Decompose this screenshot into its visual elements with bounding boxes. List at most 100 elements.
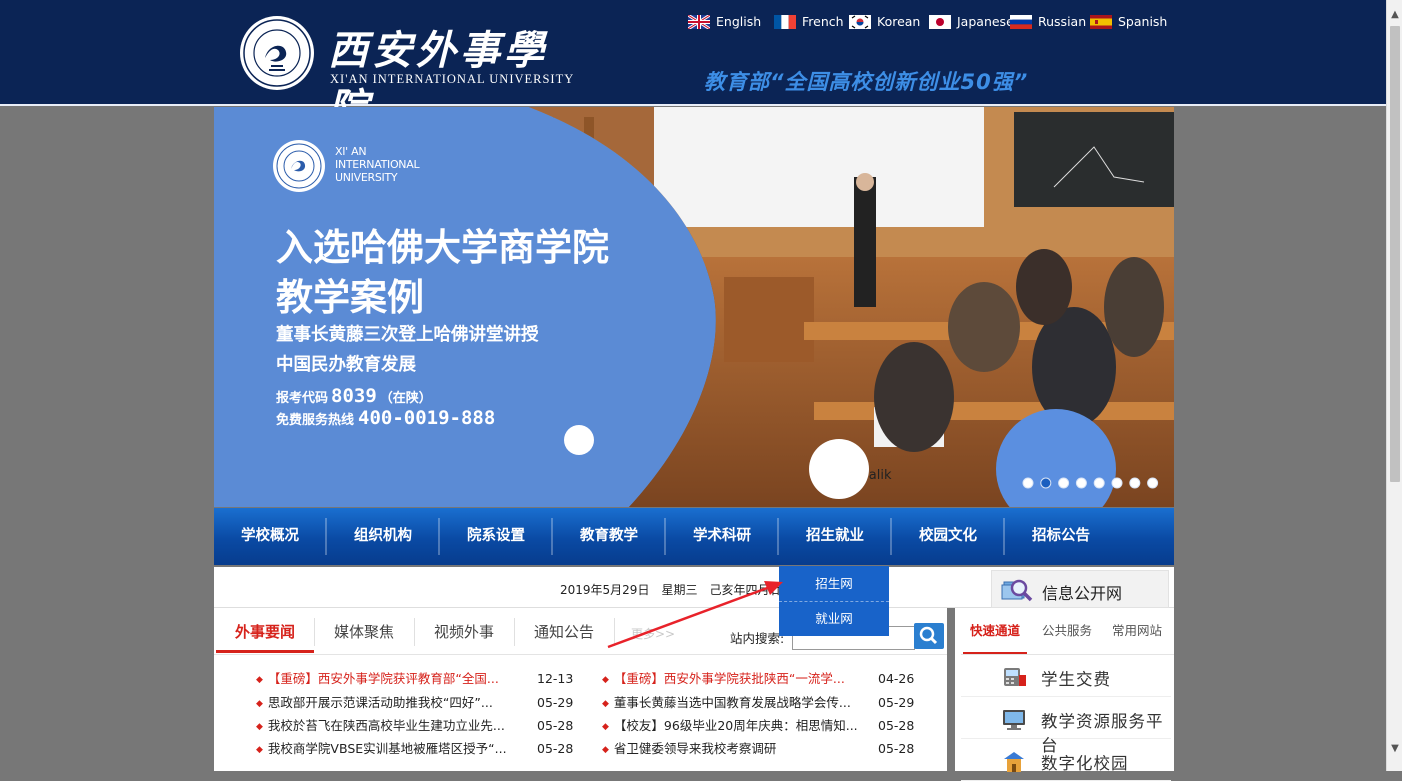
date-bar: 2019年5月29日 星期三 己亥年四月廿五 信息公开网 [214,567,1174,608]
tab-video[interactable]: 视频外事 [415,608,513,653]
language-link-russian[interactable]: Russian [1010,12,1086,32]
news-title: 董事长黄藤当选中国教育发展战略学会传... [613,695,851,710]
tab-underline [961,654,1174,655]
info-disclosure-button[interactable]: 信息公开网 [991,570,1169,608]
header-slogan: 教育部“全国高校创新创业50强” [704,70,1029,94]
language-link-english[interactable]: English [688,12,761,32]
admissions-dropdown-menu: 招生网 就业网 [779,566,889,636]
menu-item-admissions-site[interactable]: 招生网 [779,566,889,602]
side-item-teaching-resources[interactable]: 教学资源服务平台 [961,702,1171,755]
news-item[interactable]: ◆ 思政部开展示范课活动助推我校“四好”... [256,692,493,714]
news-title: 我校商学院VBSE实训基地被雁塔区授予“... [267,741,507,756]
news-item[interactable]: ◆ 省卫健委领导来我校考察调研 [602,738,776,760]
carousel-dot[interactable] [1147,477,1159,489]
bullet-icon: ◆ [256,745,263,755]
tab-common-sites[interactable]: 常用网站 [1105,608,1169,654]
site-header: 西安外事學院 XI'AN INTERNATIONAL UNIVERSITY En… [0,0,1386,132]
scrollbar-thumb[interactable] [1390,26,1400,482]
language-label: English [716,14,762,29]
page-scrollbar[interactable]: ▲ ▼ [1386,0,1402,771]
carousel-dot[interactable] [1129,477,1141,489]
carousel-dot[interactable] [1022,477,1034,489]
language-label: Russian [1038,14,1087,29]
info-disclosure-label: 信息公开网 [1042,584,1123,603]
spain-flag-icon [1090,14,1112,29]
nav-item-admissions-employment[interactable]: 招生就业 [779,508,891,565]
nav-item-education[interactable]: 教育教学 [553,508,665,565]
tab-foreign-affairs-news[interactable]: 外事要闻 [216,608,314,653]
news-title: 我校於苔飞在陕西高校毕业生建功立业先... [267,718,505,733]
news-date: 05-28 [878,741,915,756]
language-switcher: English French Korean Japanese Russian S… [688,12,1178,32]
news-title: 省卫健委领导来我校考察调研 [613,741,777,756]
campus-icon [1004,752,1024,772]
carousel-dot-active[interactable] [1040,477,1052,489]
bullet-icon: ◆ [602,722,609,732]
scroll-up-arrow-icon[interactable]: ▲ [1387,6,1402,24]
carousel-dot[interactable] [1111,477,1123,489]
quick-access-panel: 快速通道 公共服务 常用网站 学生交费 教学资源服务平台 数字化校园 [955,608,1174,781]
nav-item-tender-notices[interactable]: 招标公告 [1005,508,1117,565]
korea-flag-icon [849,14,871,29]
news-item[interactable]: ◆ 董事长黄藤当选中国教育发展战略学会传... [602,692,851,714]
carousel-dot[interactable] [1058,477,1070,489]
news-date: 05-29 [537,695,574,710]
language-label: Korean [877,14,921,29]
side-item-label: 数字化校园 [1041,754,1129,773]
side-item-student-payment[interactable]: 学生交费 [961,660,1171,697]
nav-item-organization[interactable]: 组织机构 [327,508,439,565]
side-item-label: 学生交费 [1041,670,1111,689]
language-link-japanese[interactable]: Japanese [929,12,1014,32]
news-title: 思政部开展示范课活动助推我校“四好”... [267,695,493,710]
news-item[interactable]: ◆ 我校商学院VBSE实训基地被雁塔区授予“... [256,738,507,760]
news-item[interactable]: ◆ 【校友】96级毕业20周年庆典：相思情知... [602,715,858,737]
search-button[interactable] [914,623,944,649]
news-date: 12-13 [537,671,574,686]
news-title: 【重磅】西安外事学院获评教育部“全国... [267,671,499,686]
language-link-spanish[interactable]: Spanish [1090,12,1167,32]
nav-item-school-overview[interactable]: 学校概况 [214,508,326,565]
payment-terminal-icon [1004,668,1026,686]
news-date: 05-28 [537,741,574,756]
language-link-french[interactable]: French [774,12,844,32]
bullet-icon: ◆ [256,722,263,732]
side-item-digital-campus[interactable]: 数字化校园 [961,744,1171,781]
tab-quick-access[interactable]: 快速通道 [963,608,1027,654]
news-item[interactable]: ◆ 【重磅】西安外事学院获评教育部“全国... [256,668,499,690]
logo-english-name: XI'AN INTERNATIONAL UNIVERSITY [330,72,575,86]
main-navigation: 学校概况 组织机构 院系设置 教育教学 学术科研 招生就业 校园文化 招标公告 [214,508,1174,565]
monitor-icon [1003,710,1025,730]
search-icon [919,626,938,645]
nav-item-campus-culture[interactable]: 校园文化 [892,508,1004,565]
tab-divider [614,618,615,646]
news-item[interactable]: ◆ 【重磅】西安外事学院获批陕西“一流学... [602,668,845,690]
bullet-icon: ◆ [256,675,263,685]
tab-public-services[interactable]: 公共服务 [1035,608,1099,654]
news-date: 04-26 [878,671,915,686]
current-date: 2019年5月29日 星期三 己亥年四月廿五 [560,583,794,597]
bullet-icon: ◆ [256,699,263,709]
bullet-icon: ◆ [602,675,609,685]
nav-item-departments[interactable]: 院系设置 [440,508,552,565]
news-title: 【校友】96级毕业20周年庆典：相思情知... [613,718,858,733]
language-link-korean[interactable]: Korean [849,12,920,32]
carousel-dot[interactable] [1093,477,1105,489]
tab-notices[interactable]: 通知公告 [515,608,613,653]
menu-item-employment-site[interactable]: 就业网 [779,601,889,636]
hero-banner[interactable]: s Kralik XI' AN INTERNATIONAL UNIVERSITY… [214,107,1174,507]
carousel-dots[interactable] [214,107,1174,507]
russia-flag-icon [1010,14,1032,29]
more-link[interactable]: 更多>> [631,625,675,642]
site-search-label: 站内搜索: [730,631,785,646]
scroll-down-arrow-icon[interactable]: ▼ [1387,740,1402,758]
carousel-dot[interactable] [1075,477,1087,489]
tab-media-focus[interactable]: 媒体聚焦 [315,608,413,653]
language-label: Japanese [957,14,1014,29]
magnifier-folder-icon [1001,579,1033,602]
nav-item-research[interactable]: 学术科研 [666,508,778,565]
uk-flag-icon [688,14,710,29]
university-logo[interactable]: 西安外事學院 XI'AN INTERNATIONAL UNIVERSITY [238,14,583,132]
news-item[interactable]: ◆ 我校於苔飞在陕西高校毕业生建功立业先... [256,715,505,737]
france-flag-icon [774,14,796,29]
news-date: 05-29 [878,695,915,710]
